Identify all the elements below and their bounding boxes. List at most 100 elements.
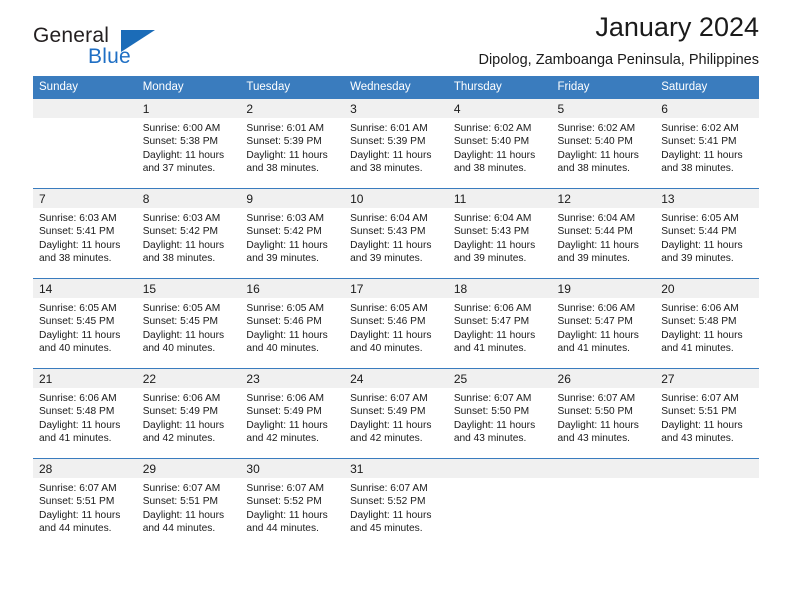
calendar-day-cell[interactable]: 15 Sunrise: 6:05 AM Sunset: 5:45 PM Dayligh… [136, 278, 241, 369]
daylight-text-line2: and 40 minutes. [142, 342, 216, 354]
calendar-day-cell[interactable]: 7 Sunrise: 6:03 AM Sunset: 5:41 PM Daylight… [33, 188, 137, 279]
day-number-band: 22 [136, 369, 241, 388]
day-number-band: 2 [240, 99, 345, 118]
day-cell-inner: 11 Sunrise: 6:04 AM Sunset: 5:43 PM Dayligh… [447, 189, 552, 278]
calendar-day-cell[interactable]: 21 Sunrise: 6:06 AM Sunset: 5:48 PM Dayligh… [33, 368, 137, 459]
daylight-text-line2: and 40 minutes. [39, 342, 112, 354]
day-number: 31 [350, 462, 364, 476]
calendar-day-cell[interactable]: 6 Sunrise: 6:02 AM Sunset: 5:41 PM Daylight… [655, 98, 759, 189]
calendar-day-cell[interactable]: 20 Sunrise: 6:06 AM Sunset: 5:48 PM Dayligh… [655, 278, 759, 369]
day-cell-details [552, 478, 656, 482]
daylight-text-line2: and 42 minutes. [142, 432, 216, 444]
day-cell-details: Sunrise: 6:04 AM Sunset: 5:43 PM Daylight:… [448, 208, 552, 265]
day-number: 17 [350, 282, 364, 296]
calendar-week-row: 14 Sunrise: 6:05 AM Sunset: 5:45 PM Dayligh… [33, 278, 759, 369]
sunset-text: Sunset: 5:52 PM [246, 496, 322, 508]
day-number: 23 [246, 372, 260, 386]
general-blue-logo[interactable]: General Blue [33, 24, 183, 72]
calendar-day-cell[interactable]: 31 Sunrise: 6:07 AM Sunset: 5:52 PM Dayligh… [344, 458, 448, 549]
daylight-text-line1: Daylight: 11 hours [39, 239, 121, 251]
calendar-day-cell[interactable]: 23 Sunrise: 6:06 AM Sunset: 5:49 PM Dayligh… [240, 368, 345, 459]
day-number: 26 [557, 372, 571, 386]
calendar-day-cell[interactable]: 29 Sunrise: 6:07 AM Sunset: 5:51 PM Dayligh… [136, 458, 241, 549]
brand-name-blue: Blue [88, 45, 131, 68]
sunset-text: Sunset: 5:48 PM [39, 406, 115, 418]
weekday-header-sunday: Sunday [33, 76, 137, 99]
calendar-day-cell[interactable]: 27 Sunrise: 6:07 AM Sunset: 5:51 PM Dayligh… [655, 368, 759, 459]
sunrise-text: Sunrise: 6:07 AM [557, 393, 636, 404]
calendar-day-cell[interactable]: 19 Sunrise: 6:06 AM Sunset: 5:47 PM Dayligh… [551, 278, 656, 369]
calendar-day-cell[interactable]: 5 Sunrise: 6:02 AM Sunset: 5:40 PM Daylight… [551, 98, 656, 189]
calendar-day-cell[interactable]: 28 Sunrise: 6:07 AM Sunset: 5:51 PM Dayligh… [33, 458, 137, 549]
daylight-text-line2: and 44 minutes. [142, 522, 216, 534]
location-subtitle: Dipolog, Zamboanga Peninsula, Philippine… [478, 52, 759, 69]
calendar-day-cell[interactable]: 9 Sunrise: 6:03 AM Sunset: 5:42 PM Daylight… [240, 188, 345, 279]
calendar-day-cell[interactable]: 1 Sunrise: 6:00 AM Sunset: 5:38 PM Daylight… [136, 98, 241, 189]
calendar-day-cell[interactable]: 26 Sunrise: 6:07 AM Sunset: 5:50 PM Dayligh… [551, 368, 656, 459]
weekday-header-saturday: Saturday [655, 76, 759, 99]
day-cell-details: Sunrise: 6:03 AM Sunset: 5:42 PM Daylight:… [137, 208, 241, 265]
calendar-day-cell[interactable]: 17 Sunrise: 6:05 AM Sunset: 5:46 PM Dayligh… [344, 278, 448, 369]
sunrise-text: Sunrise: 6:06 AM [453, 303, 532, 314]
calendar-day-cell[interactable]: 11 Sunrise: 6:04 AM Sunset: 5:43 PM Dayligh… [447, 188, 552, 279]
sunset-text: Sunset: 5:41 PM [661, 136, 737, 148]
calendar-day-cell[interactable]: 3 Sunrise: 6:01 AM Sunset: 5:39 PM Daylight… [344, 98, 448, 189]
sunset-text: Sunset: 5:49 PM [246, 406, 322, 418]
day-number-band: 11 [447, 189, 552, 208]
day-number-band [33, 99, 137, 118]
day-cell-details: Sunrise: 6:06 AM Sunset: 5:47 PM Daylight:… [552, 298, 656, 355]
sunset-text: Sunset: 5:44 PM [557, 226, 633, 238]
daylight-text-line2: and 38 minutes. [557, 162, 631, 174]
sunset-text: Sunset: 5:46 PM [246, 316, 322, 328]
sunset-text: Sunset: 5:39 PM [350, 136, 426, 148]
sunrise-text: Sunrise: 6:07 AM [661, 393, 739, 404]
calendar-day-cell[interactable]: 16 Sunrise: 6:05 AM Sunset: 5:46 PM Dayligh… [240, 278, 345, 369]
day-number-band: 8 [136, 189, 241, 208]
daylight-text-line1: Daylight: 11 hours [39, 509, 121, 521]
day-number: 18 [453, 282, 468, 296]
calendar-day-cell[interactable]: 22 Sunrise: 6:06 AM Sunset: 5:49 PM Dayligh… [136, 368, 241, 459]
day-number-band: 14 [33, 279, 137, 298]
calendar-day-cell[interactable]: 30 Sunrise: 6:07 AM Sunset: 5:52 PM Dayligh… [240, 458, 345, 549]
calendar-day-cell[interactable]: 2 Sunrise: 6:01 AM Sunset: 5:39 PM Daylight… [240, 98, 345, 189]
calendar-day-cell[interactable]: 25 Sunrise: 6:07 AM Sunset: 5:50 PM Dayligh… [447, 368, 552, 459]
calendar-day-cell[interactable]: 14 Sunrise: 6:05 AM Sunset: 5:45 PM Dayligh… [33, 278, 137, 369]
day-number-band [655, 459, 759, 478]
calendar-day-cell[interactable]: 10 Sunrise: 6:04 AM Sunset: 5:43 PM Dayligh… [344, 188, 448, 279]
day-number-band: 30 [240, 459, 345, 478]
day-cell-inner: 5 Sunrise: 6:02 AM Sunset: 5:40 PM Daylight… [551, 99, 656, 188]
daylight-text-line1: Daylight: 11 hours [557, 329, 639, 341]
daylight-text-line1: Daylight: 11 hours [557, 239, 639, 251]
day-number-band: 29 [136, 459, 241, 478]
day-cell-inner: 27 Sunrise: 6:07 AM Sunset: 5:51 PM Dayligh… [655, 369, 759, 458]
day-cell-inner: 18 Sunrise: 6:06 AM Sunset: 5:47 PM Dayligh… [447, 279, 552, 368]
sunset-text: Sunset: 5:44 PM [661, 226, 737, 238]
daylight-text-line2: and 45 minutes. [350, 522, 423, 534]
sunrise-text: Sunrise: 6:02 AM [557, 123, 636, 134]
calendar-day-cell[interactable]: 4 Sunrise: 6:02 AM Sunset: 5:40 PM Daylight… [447, 98, 552, 189]
day-number: 2 [246, 102, 254, 116]
sunset-text: Sunset: 5:45 PM [39, 316, 115, 328]
day-cell-details: Sunrise: 6:06 AM Sunset: 5:48 PM Daylight:… [655, 298, 759, 355]
calendar-day-cell[interactable]: 18 Sunrise: 6:06 AM Sunset: 5:47 PM Dayligh… [447, 278, 552, 369]
sunrise-text: Sunrise: 6:05 AM [350, 303, 428, 314]
sunset-text: Sunset: 5:42 PM [142, 226, 219, 238]
page-title: January 2024 [595, 12, 759, 42]
calendar-week-row: 7 Sunrise: 6:03 AM Sunset: 5:41 PM Daylight… [33, 188, 759, 279]
day-cell-details: Sunrise: 6:06 AM Sunset: 5:48 PM Daylight:… [33, 388, 137, 445]
day-cell-inner: 30 Sunrise: 6:07 AM Sunset: 5:52 PM Dayligh… [240, 459, 345, 549]
day-number: 27 [661, 372, 675, 386]
daylight-text-line1: Daylight: 11 hours [142, 149, 225, 161]
calendar-day-cell[interactable]: 24 Sunrise: 6:07 AM Sunset: 5:49 PM Dayligh… [344, 368, 448, 459]
day-number-band: 16 [240, 279, 345, 298]
calendar-day-cell[interactable]: 8 Sunrise: 6:03 AM Sunset: 5:42 PM Daylight… [136, 188, 241, 279]
day-cell-details: Sunrise: 6:04 AM Sunset: 5:43 PM Daylight:… [344, 208, 448, 265]
day-cell-inner: 3 Sunrise: 6:01 AM Sunset: 5:39 PM Daylight… [344, 99, 448, 188]
calendar-day-cell[interactable]: 12 Sunrise: 6:04 AM Sunset: 5:44 PM Dayligh… [551, 188, 656, 279]
sunset-text: Sunset: 5:42 PM [246, 226, 322, 238]
calendar-day-cell[interactable]: 13 Sunrise: 6:05 AM Sunset: 5:44 PM Dayligh… [655, 188, 759, 279]
day-number: 3 [350, 102, 357, 116]
day-cell-details: Sunrise: 6:05 AM Sunset: 5:46 PM Daylight:… [344, 298, 448, 355]
day-number-band: 23 [240, 369, 345, 388]
daylight-text-line2: and 44 minutes. [39, 522, 112, 534]
